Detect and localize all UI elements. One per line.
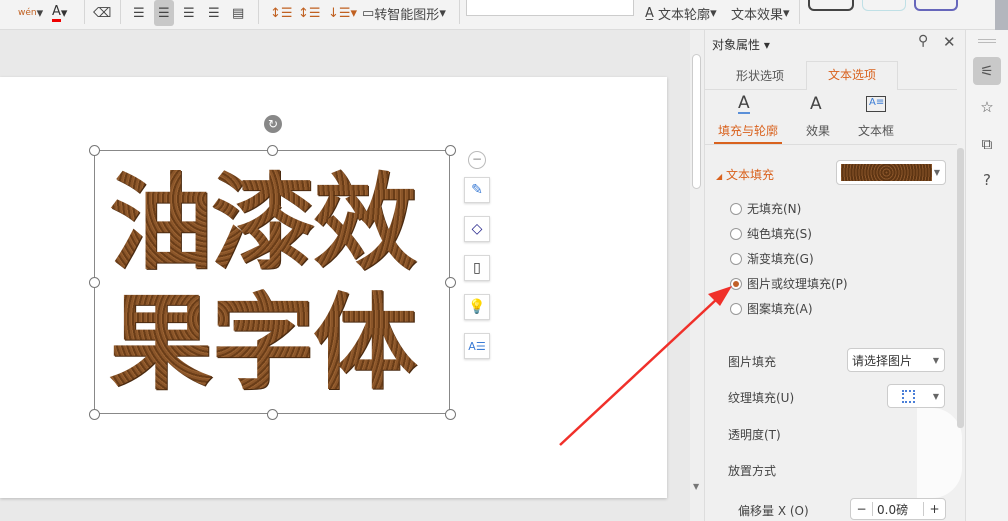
- radio-picture-texture-fill[interactable]: 图片或纹理填充(P): [730, 275, 848, 292]
- texture-icon: [902, 389, 915, 403]
- pinyin-guide-button[interactable]: wén ▾: [18, 0, 43, 26]
- text-outline-icon: A̲: [645, 5, 654, 21]
- increment-button[interactable]: +: [923, 502, 945, 516]
- shape-style-2[interactable]: [862, 0, 906, 11]
- panel-scrollbar[interactable]: [957, 148, 964, 428]
- radio-pattern-fill[interactable]: 图案填充(A): [730, 300, 813, 317]
- star-icon[interactable]: ☆: [973, 93, 1001, 121]
- rotate-handle-icon[interactable]: ↻: [264, 115, 282, 133]
- transition-icon[interactable]: ⧉: [973, 130, 1001, 158]
- properties-icon[interactable]: ⚟: [973, 57, 1001, 85]
- font-color-icon: A: [52, 4, 61, 22]
- ribbon-scroll[interactable]: [995, 0, 1008, 30]
- eraser-icon[interactable]: ⌫: [93, 0, 111, 26]
- brush-icon[interactable]: ✎: [464, 177, 490, 203]
- divider: [799, 0, 800, 24]
- chevron-down-icon: ▼: [932, 355, 939, 365]
- tab-shape-options[interactable]: 形状选项: [736, 67, 784, 84]
- text-effect-button[interactable]: 文本效果 ▾: [731, 0, 790, 26]
- radio-solid-fill[interactable]: 纯色填充(S): [730, 225, 812, 242]
- picture-fill-label: 图片填充: [728, 355, 777, 369]
- divider: [704, 144, 957, 145]
- resize-handle[interactable]: [267, 409, 278, 420]
- texture-fill-dropdown[interactable]: ▼: [887, 384, 945, 408]
- text-wrap-icon[interactable]: A☰: [464, 333, 490, 359]
- fill-outline-icon: A: [738, 93, 750, 114]
- shape-style-1[interactable]: [808, 0, 854, 11]
- text-fill-section[interactable]: ◢ 文本填充: [716, 166, 774, 183]
- radio-gradient-fill[interactable]: 渐变填充(G): [730, 250, 814, 267]
- radio-no-fill[interactable]: 无填充(N): [730, 200, 801, 217]
- text-style-gallery[interactable]: [466, 0, 634, 16]
- tab-text-options[interactable]: 文本选项: [806, 61, 898, 90]
- resize-handle[interactable]: [445, 409, 456, 420]
- resize-handle[interactable]: [89, 145, 100, 156]
- resize-handle[interactable]: [445, 145, 456, 156]
- text-fill-dropdown[interactable]: ▼: [836, 160, 946, 185]
- lightbulb-icon[interactable]: 💡: [464, 294, 490, 320]
- resize-handle[interactable]: [267, 145, 278, 156]
- offset-x-stepper[interactable]: − 0.0磅 +: [850, 498, 946, 520]
- divider: [258, 0, 259, 24]
- fill-bucket-icon[interactable]: ◇: [464, 216, 490, 242]
- help-icon[interactable]: ?: [973, 166, 1001, 194]
- text-line-1: 油漆效: [109, 163, 449, 283]
- close-icon[interactable]: ✕: [943, 33, 956, 51]
- resize-handle[interactable]: [445, 277, 456, 288]
- justify-button[interactable]: ☰: [208, 0, 220, 26]
- resize-handle[interactable]: [89, 277, 100, 288]
- line-spacing-button[interactable]: ↕☰: [270, 0, 293, 26]
- pin-icon[interactable]: ⚲: [918, 33, 928, 49]
- align-center-button[interactable]: ☰: [154, 0, 174, 26]
- subtab-effect[interactable]: 效果: [806, 122, 830, 139]
- spacing-dropdown[interactable]: ↓☰▾: [328, 0, 357, 26]
- chevron-down-icon: ▼: [933, 168, 940, 177]
- divider: [84, 0, 85, 24]
- drag-handle-icon[interactable]: [978, 39, 996, 40]
- offset-x-label: 偏移量 X (O): [738, 504, 809, 518]
- canvas-scrollbar[interactable]: ▼: [690, 30, 704, 521]
- frame-icon[interactable]: ▯: [464, 255, 490, 281]
- align-left-button[interactable]: ☰: [133, 0, 145, 26]
- collapse-icon[interactable]: −: [468, 151, 486, 169]
- resize-handle[interactable]: [89, 409, 100, 420]
- smart-shape-icon: ▭: [362, 5, 375, 21]
- placement-label: 放置方式: [728, 464, 777, 478]
- texture-swatch: [841, 164, 932, 181]
- divider: [120, 0, 121, 24]
- picture-fill-dropdown[interactable]: 请选择图片 ▼: [847, 348, 945, 372]
- ribbon-toolbar: wén ▾ A ▾ ⌫ ☰ ☰ ☰ ☰ ▤ ↕☰ ↕☰ ↓☰▾ ▭ 转智能图形 ▾ A̲…: [0, 0, 1008, 30]
- scroll-down-icon[interactable]: ▼: [693, 482, 699, 491]
- scrollbar-thumb[interactable]: [692, 54, 701, 189]
- align-right-button[interactable]: ☰: [183, 0, 195, 26]
- shape-style-3[interactable]: [914, 0, 958, 11]
- panel-title[interactable]: 对象属性 ▾: [712, 36, 770, 53]
- smart-shape-button[interactable]: ▭ 转智能图形 ▾: [362, 0, 446, 26]
- textbox-icon: A≡: [866, 96, 886, 112]
- chevron-down-icon: ▼: [932, 391, 939, 401]
- subtab-textbox[interactable]: 文本框: [858, 122, 894, 139]
- subtab-fill-outline[interactable]: 填充与轮廓: [718, 122, 778, 139]
- transparency-label: 透明度(T): [728, 428, 781, 442]
- paragraph-spacing-button[interactable]: ↕☰: [298, 0, 321, 26]
- decrement-button[interactable]: −: [851, 502, 873, 516]
- text-box[interactable]: 油漆效 果字体: [89, 145, 456, 420]
- distribute-button[interactable]: ▤: [232, 0, 244, 26]
- divider: [459, 0, 460, 24]
- text-outline-button[interactable]: A̲ 文本轮廓 ▾: [645, 0, 717, 26]
- dropdown-overlay: [917, 408, 962, 498]
- texture-fill-label: 纹理填充(U): [728, 391, 795, 405]
- text-line-2: 果字体: [109, 283, 449, 403]
- effect-icon: A: [810, 94, 822, 114]
- font-color-button[interactable]: A ▾: [52, 0, 67, 26]
